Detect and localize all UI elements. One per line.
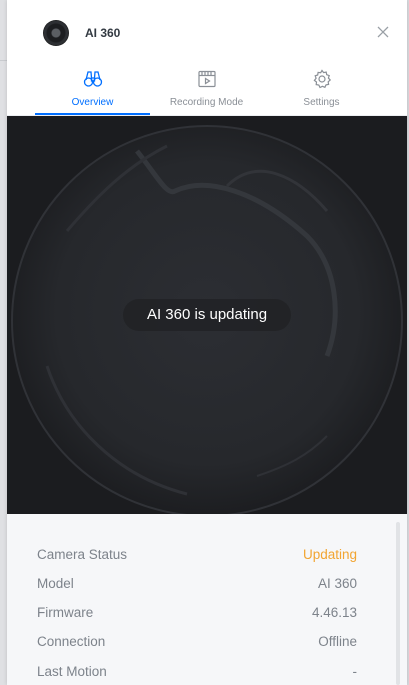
detail-row-model: Model AI 360 <box>37 576 357 596</box>
camera-detail-panel: AI 360 Overview Recording Mode Settings … <box>7 0 407 685</box>
detail-row-firmware: Firmware 4.46.13 <box>37 605 357 625</box>
tab-settings-label: Settings <box>303 97 340 108</box>
detail-label: Last Motion <box>37 664 107 679</box>
detail-label: Camera Status <box>37 547 128 562</box>
active-tab-indicator <box>35 113 150 115</box>
scrollbar[interactable] <box>396 522 400 685</box>
firmware-value: 4.46.13 <box>311 605 357 620</box>
connection-value: Offline <box>318 634 357 649</box>
background-divider <box>0 60 7 61</box>
tab-bar: Overview Recording Mode Settings <box>7 62 407 116</box>
detail-label: Connection <box>37 634 106 649</box>
close-icon <box>377 26 389 38</box>
detail-label: Firmware <box>37 605 94 620</box>
camera-live-view: AI 360 is updating <box>7 116 407 514</box>
tab-recording-mode-label: Recording Mode <box>169 97 244 108</box>
camera-name-title: AI 360 <box>85 26 121 40</box>
detail-row-last-motion: Last Motion - <box>37 664 357 684</box>
last-motion-value: - <box>352 664 358 679</box>
tab-overview-label: Overview <box>71 97 114 108</box>
updating-status-message: AI 360 is updating <box>123 299 291 331</box>
camera-status-value: Updating <box>302 547 357 562</box>
video-file-icon <box>198 70 216 88</box>
camera-details-list: Camera Status Updating Model AI 360 Firm… <box>7 514 407 685</box>
detail-row-connection: Connection Offline <box>37 634 357 654</box>
close-button[interactable] <box>375 24 391 40</box>
binoculars-icon <box>83 71 103 87</box>
detail-row-camera-status: Camera Status Updating <box>37 547 357 567</box>
tab-overview[interactable]: Overview <box>35 62 150 115</box>
tab-settings[interactable]: Settings <box>264 62 379 115</box>
background-page <box>0 0 7 685</box>
panel-header: AI 360 <box>7 0 407 62</box>
model-value: AI 360 <box>317 576 357 591</box>
detail-label: Model <box>37 576 74 591</box>
gear-icon <box>313 69 332 89</box>
camera-thumbnail-icon <box>43 20 69 46</box>
tab-recording-mode[interactable]: Recording Mode <box>149 62 264 115</box>
